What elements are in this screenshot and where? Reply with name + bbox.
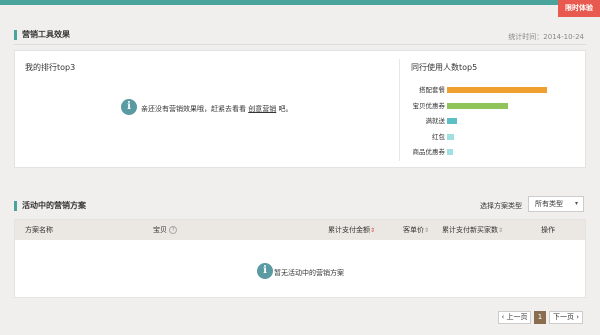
sort-icon: ⇕ [498,227,504,234]
col-new-buyers[interactable]: 累计支付新买家数⇕ [442,220,503,241]
bar-label: 满就送 [425,117,446,125]
bar-mark [447,149,453,155]
bar-row: 商品优惠券 [385,147,572,157]
creative-marketing-link[interactable]: 创意营销 [248,105,276,113]
plan-type-select[interactable]: 所有类型 ▾ [528,196,584,212]
prev-page-label: 上一页 [506,313,528,321]
bar-label: 宝贝优惠券 [412,101,446,110]
divider [14,44,586,45]
empty-text-prefix: 亲还没有营销效果哦，赶紧去看看 [141,105,246,113]
top-accent-bar [0,0,600,5]
col-plan-name: 方案名称 [25,226,53,234]
stat-time: 统计时间：2014-10-24 [508,33,584,41]
current-page: 1 [534,311,546,324]
bar-label: 搭配套餐 [419,86,445,94]
table-header: 方案名称 宝贝 ? 累计支付金额⇕ 客单价⇕ 累计支付新买家数⇕ 操作 [15,220,585,240]
info-icon: i [121,99,137,115]
chevron-down-icon: ▾ [574,200,578,207]
plans-table: 方案名称 宝贝 ? 累计支付金额⇕ 客单价⇕ 累计支付新买家数⇕ 操作 i 暂无… [14,219,586,298]
col-item: 宝贝 ? [153,220,178,240]
bar-mark [447,118,457,124]
trial-badge[interactable]: 限时体验 [558,0,600,17]
plan-type-value: 所有类型 [535,200,563,208]
section-title-activity: 活动中的营销方案 [14,201,86,211]
ranking-empty-message: 亲还没有营销效果哦，赶紧去看看 创意营销 吧。 [141,104,292,114]
bar-row: 搭配套餐 [385,85,572,95]
bar-label: 商品优惠券 [412,148,446,156]
info-icon: i [257,263,273,279]
bar-mark [447,133,454,140]
col-unit-price-label: 客单价 [403,226,424,234]
ranking-title: 我的排行top3 [25,63,76,72]
bar-row: 满就送 [385,116,572,126]
next-page-button[interactable]: 下一页 › [549,311,583,324]
col-total-amount-label: 累计支付金额 [328,226,370,234]
help-icon[interactable]: ? [169,226,178,234]
prev-page-button[interactable]: ‹ 上一页 [498,311,531,324]
sort-icon: ⇕ [370,227,376,234]
col-action: 操作 [541,226,555,234]
empty-text-suffix: 吧。 [278,105,293,113]
col-total-amount[interactable]: 累计支付金额⇕ [328,220,375,241]
bar-label: 红包 [432,132,445,141]
sort-icon: ⇕ [424,227,430,234]
table-empty-message: 暂无活动中的营销方案 [274,269,344,277]
col-new-buyers-label: 累计支付新买家数 [442,226,498,234]
chevron-right-icon: › [576,313,580,321]
bar-mark [447,87,547,93]
col-unit-price[interactable]: 客单价⇕ [403,220,429,241]
peer-chart-title: 同行使用人数top5 [411,63,478,72]
bar-mark [447,102,508,109]
chevron-left-icon: ‹ [501,313,505,321]
bar-row: 宝贝优惠券 [385,101,572,111]
col-item-label: 宝贝 [153,226,167,234]
next-page-label: 下一页 [552,313,574,321]
bar-row: 红包 [385,132,572,142]
plan-type-label: 选择方案类型 [480,202,522,210]
section-title-effect: 营销工具效果 [14,30,70,40]
